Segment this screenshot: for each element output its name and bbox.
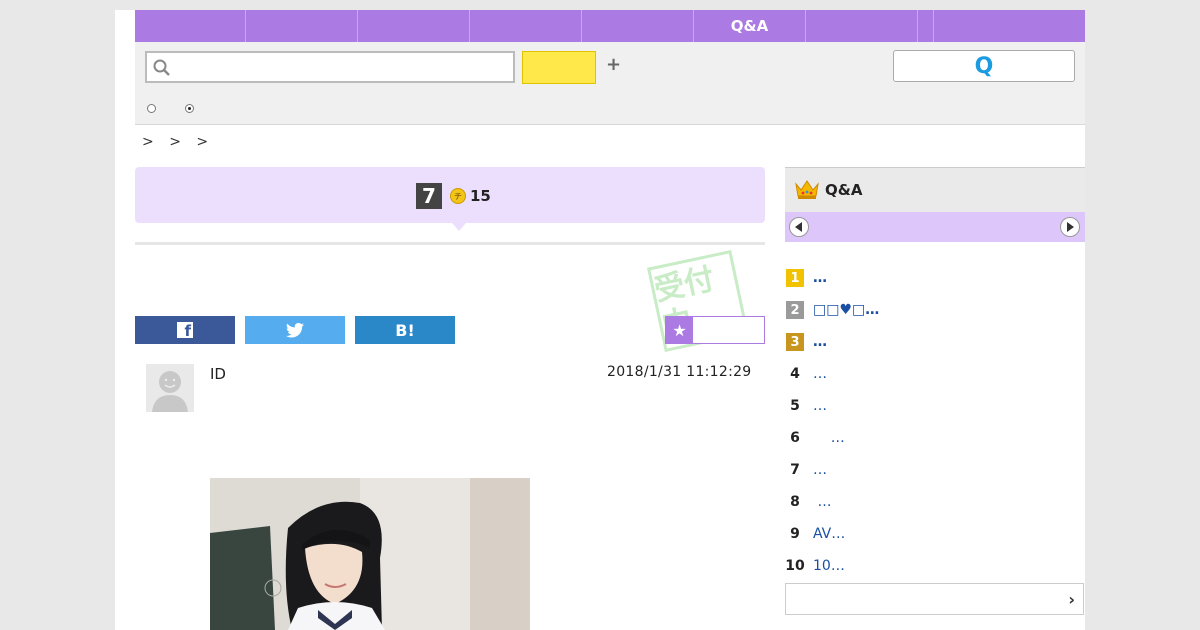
rank-number: 9 <box>790 526 800 542</box>
rank-badge-1: 1 <box>786 269 804 287</box>
search-field[interactable] <box>145 51 515 83</box>
breadcrumb: > > > <box>142 134 218 150</box>
ranking-item[interactable]: 10 10… <box>785 554 1085 578</box>
info-box-pointer <box>452 223 466 231</box>
nav-item-2[interactable] <box>246 10 358 42</box>
sidebar-header: Q&A <box>785 167 1085 212</box>
facebook-icon: f <box>177 322 193 339</box>
post-image[interactable] <box>210 478 530 630</box>
nav-item-7[interactable] <box>806 10 918 42</box>
ask-question-button[interactable]: Q <box>893 50 1075 82</box>
rank-badge-3: 3 <box>786 333 804 351</box>
ranking-item[interactable]: 6 … <box>785 426 1085 450</box>
ranking-item[interactable]: 1 … <box>785 266 1085 290</box>
twitter-share-button[interactable] <box>245 316 345 344</box>
next-button[interactable] <box>1060 217 1080 237</box>
nav-item-9[interactable] <box>934 10 1085 42</box>
ranking-link[interactable]: … <box>813 398 827 414</box>
avatar <box>146 364 194 412</box>
rank-number: 4 <box>790 366 800 382</box>
hatena-bookmark-button[interactable]: B! <box>355 316 455 344</box>
ranking-item[interactable]: 7 … <box>785 458 1085 482</box>
rank-badge-2: 2 <box>786 301 804 319</box>
ranking-item[interactable]: 3 … <box>785 330 1085 354</box>
hatena-icon: B! <box>395 320 415 340</box>
ranking-link[interactable]: … <box>813 430 845 446</box>
ranking-link[interactable]: … <box>813 366 827 382</box>
search-scope-radio-1[interactable] <box>147 104 156 113</box>
nav-item-qa[interactable]: Q&A <box>694 10 806 42</box>
page: Q&A + Q > > > 7 チ 15 受付中 f B! ★ ID 2018/… <box>115 10 1085 630</box>
ranking-pager <box>785 212 1085 242</box>
post-timestamp: 2018/1/31 11:12:29 <box>607 364 752 380</box>
ranking-item[interactable]: 2 □□♥□… <box>785 298 1085 322</box>
divider <box>135 242 765 245</box>
twitter-icon <box>286 322 304 338</box>
rank-number: 10 <box>785 558 805 574</box>
coin-reward: 15 <box>470 187 491 205</box>
favorite-button[interactable]: ★ <box>665 316 765 344</box>
rank-number: 5 <box>790 398 800 414</box>
ranking-item[interactable]: 5 … <box>785 394 1085 418</box>
ranking-link[interactable]: AV… <box>813 526 845 542</box>
nav-item-3[interactable] <box>358 10 470 42</box>
search-input[interactable] <box>177 57 511 79</box>
nav-item-5[interactable] <box>582 10 694 42</box>
rank-number: 7 <box>790 462 800 478</box>
search-button[interactable] <box>522 51 596 84</box>
search-icon <box>153 59 170 76</box>
breadcrumb-separator: > <box>169 134 182 150</box>
facebook-share-button[interactable]: f <box>135 316 235 344</box>
global-nav: Q&A <box>135 10 1085 42</box>
nav-item-1[interactable] <box>135 10 246 42</box>
right-arrow-icon <box>1067 222 1074 232</box>
prev-button[interactable] <box>789 217 809 237</box>
left-arrow-icon <box>795 222 802 232</box>
chevron-right-icon: › <box>1068 590 1075 609</box>
breadcrumb-separator: > <box>196 134 210 150</box>
coin-icon: チ <box>450 188 466 204</box>
nav-item-4[interactable] <box>470 10 582 42</box>
ranking-item[interactable]: 9 AV… <box>785 522 1085 546</box>
add-condition-icon[interactable]: + <box>606 54 621 75</box>
ranking-link[interactable]: □□♥□… <box>813 302 879 318</box>
ranking-link[interactable]: … <box>813 334 827 350</box>
star-icon: ★ <box>666 317 693 343</box>
rank-number: 8 <box>790 494 800 510</box>
search-bar: + Q <box>135 42 1085 125</box>
rank-number: 6 <box>790 430 800 446</box>
ranking-item[interactable]: 4 … <box>785 362 1085 386</box>
sidebar-title: Q&A <box>825 181 863 199</box>
answer-count-badge: 7 <box>416 183 442 209</box>
user-icon <box>146 364 194 412</box>
crown-icon <box>795 180 819 199</box>
sidebar-ranking: Q&A 1 … 2 □□♥□… 3 … 4 … 5 … 6 … 7 … 8 … … <box>785 167 1085 630</box>
user-id[interactable]: ID <box>210 365 226 383</box>
ranking-item[interactable]: 8 … <box>785 490 1085 514</box>
ranking-link[interactable]: … <box>813 462 827 478</box>
ranking-link[interactable]: 10… <box>813 558 845 574</box>
ranking-link[interactable]: … <box>813 494 831 510</box>
breadcrumb-separator: > <box>142 134 155 150</box>
ranking-more-button[interactable]: › <box>785 583 1084 615</box>
post-photo <box>210 478 530 630</box>
nav-item-8[interactable] <box>918 10 934 42</box>
question-info-box: 7 チ 15 <box>135 167 765 223</box>
ranking-link[interactable]: … <box>813 270 827 286</box>
search-scope-radio-2[interactable] <box>185 104 194 113</box>
